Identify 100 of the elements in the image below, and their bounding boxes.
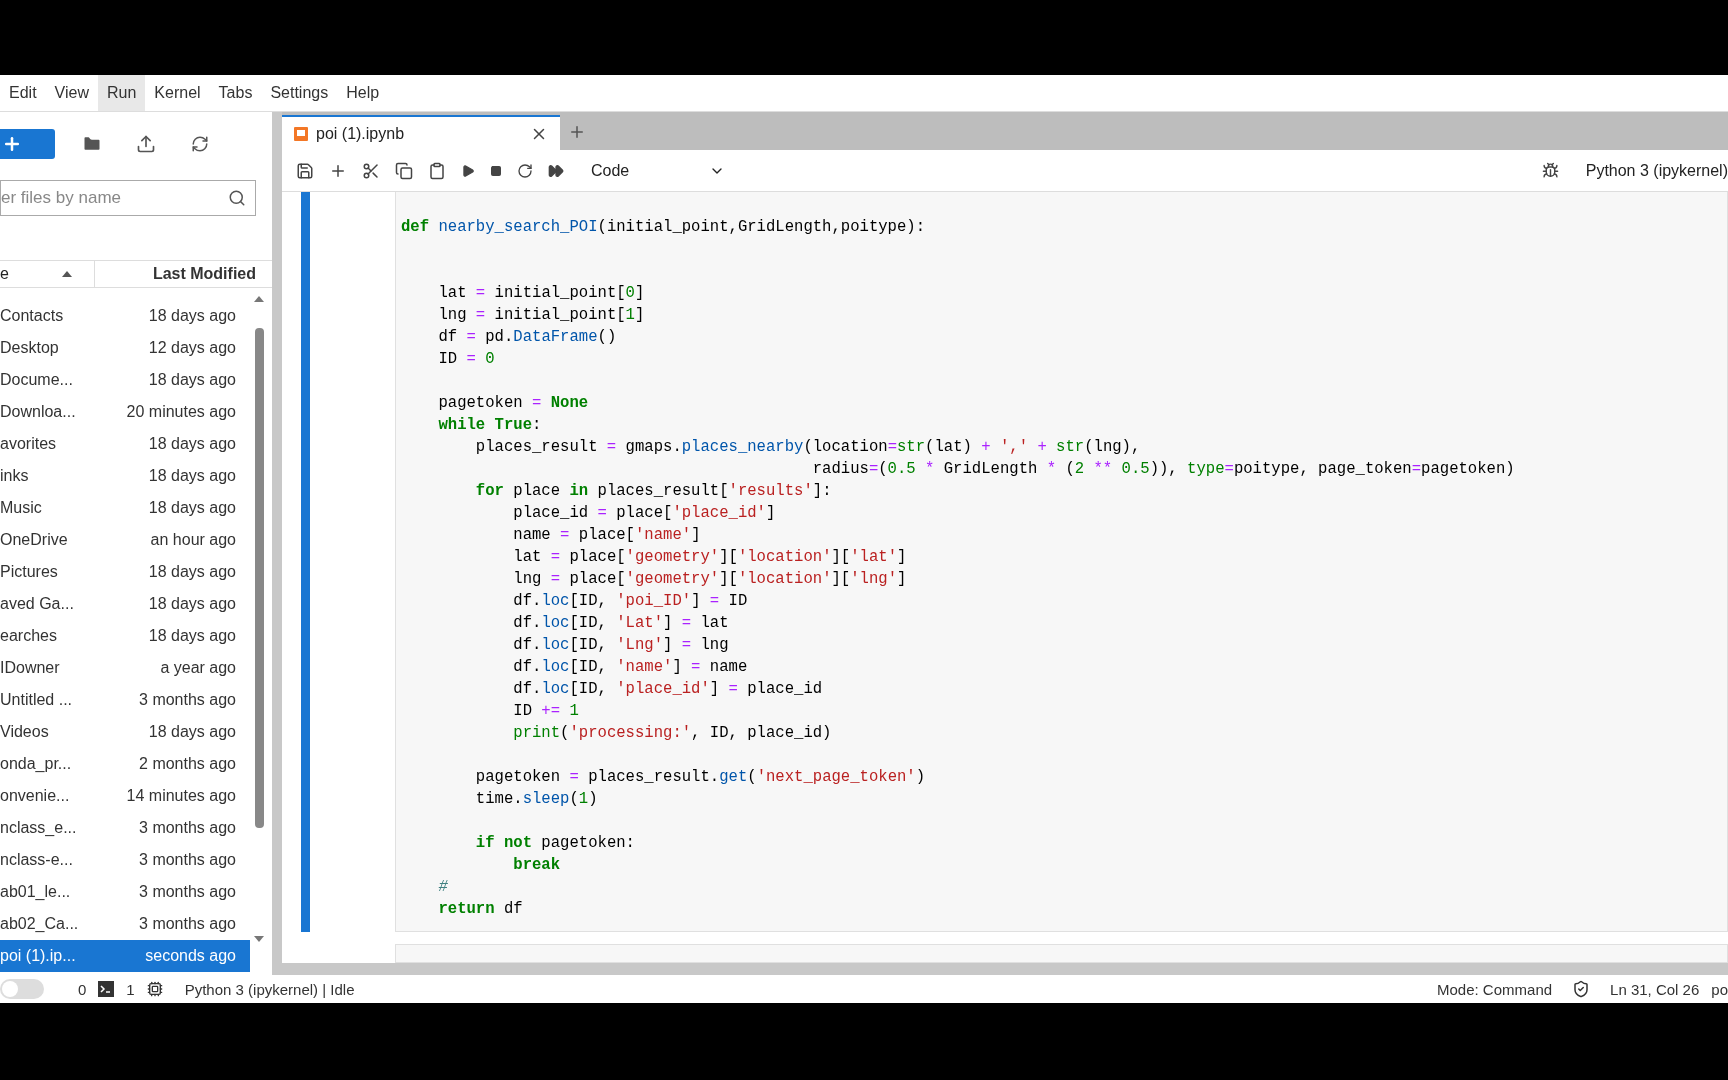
- horizontal-scrollbar[interactable]: [282, 963, 1728, 975]
- file-row[interactable]: Docume... 18 days ago: [0, 364, 250, 396]
- file-row[interactable]: Untitled ... 3 months ago: [0, 684, 250, 716]
- file-row[interactable]: nclass-e... 3 months ago: [0, 844, 250, 876]
- code-cell[interactable]: [395, 192, 1728, 932]
- file-row[interactable]: Downloa... 20 minutes ago: [0, 396, 250, 428]
- code-line: for place in places_result['results']:: [474, 481, 833, 502]
- copy-icon[interactable]: [395, 161, 413, 180]
- column-header[interactable]: Last Modified: [152, 265, 256, 283]
- modified-time: 3 months ago: [139, 851, 236, 869]
- file-name: ab02_Ca...: [0, 915, 79, 933]
- file-name: Docume...: [0, 371, 73, 389]
- restart-icon[interactable]: [517, 162, 533, 179]
- file-name: Videos: [0, 723, 49, 741]
- modified-time: 3 months ago: [139, 883, 236, 901]
- menu-item[interactable]: Help: [337, 75, 389, 111]
- file-row[interactable]: avorites 18 days ago: [0, 428, 250, 460]
- menu-item[interactable]: Kernel: [145, 75, 210, 111]
- terminal-count[interactable]: 0: [78, 980, 87, 998]
- file-row[interactable]: Contacts 18 days ago: [0, 300, 250, 332]
- fast-forward-icon[interactable]: [548, 162, 564, 179]
- cell-type-dropdown[interactable]: Code: [585, 161, 732, 180]
- notebook-icon: [294, 126, 308, 141]
- kernel-status[interactable]: Python 3 (ipykernel) | Idle: [184, 980, 355, 998]
- code-line: #: [437, 877, 449, 898]
- file-row[interactable]: ab01_le... 3 months ago: [0, 876, 250, 908]
- save-icon[interactable]: [296, 161, 314, 180]
- code-line: if not pagetoken:: [474, 833, 636, 854]
- modified-time: 12 days ago: [148, 339, 236, 357]
- file-name: earches: [0, 627, 57, 645]
- modified-time: 18 days ago: [148, 435, 236, 453]
- mode-indicator: Mode: Command: [1437, 980, 1553, 998]
- file-name: Untitled ...: [0, 691, 73, 709]
- file-name: avorites: [0, 435, 57, 453]
- modified-time: seconds ago: [145, 947, 236, 965]
- code-line: df.loc[ID, 'poi_ID'] = ID: [512, 591, 749, 612]
- modified-time: 18 days ago: [148, 627, 236, 645]
- cursor-position[interactable]: Ln 31, Col 26: [1610, 980, 1700, 998]
- code-line: radius=(0.5 * GridLength * (2 ** 0.5)), type=poitype, page_token=pagetoken): [811, 459, 1516, 480]
- file-name: poi (1).ip...: [0, 947, 76, 965]
- file-row[interactable]: inks 18 days ago: [0, 460, 250, 492]
- file-name: nclass_e...: [0, 819, 77, 837]
- file-row[interactable]: Pictures 18 days ago: [0, 556, 250, 588]
- shield-icon[interactable]: [1572, 980, 1591, 998]
- file-row[interactable]: IDowner a year ago: [0, 652, 250, 684]
- menu-item[interactable]: View: [45, 75, 98, 111]
- bug-icon[interactable]: [1541, 162, 1559, 179]
- code-line: pagetoken = places_result.get('next_page_token'): [474, 767, 927, 788]
- simple-mode-toggle[interactable]: [0, 979, 44, 999]
- modified-time: 3 months ago: [139, 819, 236, 837]
- filter-field[interactable]: er files by name: [0, 180, 256, 216]
- menu-item[interactable]: Settings: [261, 75, 338, 111]
- code-line: return df: [437, 899, 524, 920]
- modified-time: 14 minutes ago: [126, 787, 236, 805]
- file-row[interactable]: ab02_Ca... 3 months ago: [0, 908, 250, 940]
- file-row[interactable]: Desktop 12 days ago: [0, 332, 250, 364]
- file-row[interactable]: Videos 18 days ago: [0, 716, 250, 748]
- code-line: break: [512, 855, 562, 876]
- file-row[interactable]: poi (1).ip... seconds ago: [0, 940, 250, 972]
- menu-item[interactable]: Tabs: [209, 75, 262, 111]
- file-name: Downloa...: [0, 403, 76, 421]
- code-line: place_id = place['place_id']: [512, 503, 777, 524]
- code-line: while True:: [437, 415, 543, 436]
- file-row[interactable]: aved Ga... 18 days ago: [0, 588, 250, 620]
- file-name: inks: [0, 467, 29, 485]
- file-row[interactable]: nclass_e... 3 months ago: [0, 812, 250, 844]
- code-line: time.sleep(1): [474, 789, 599, 810]
- code-line: def nearby_search_POI(initial_point,GridLength,poitype):: [401, 217, 927, 238]
- menu-item[interactable]: Run: [97, 75, 146, 111]
- code-line: lng = place['geometry']['location']['lng']: [512, 569, 908, 590]
- paste-icon[interactable]: [428, 161, 446, 180]
- file-row[interactable]: OneDrive an hour ago: [0, 524, 250, 556]
- code-line: pagetoken = None: [437, 393, 590, 414]
- modified-time: 18 days ago: [148, 307, 236, 325]
- column-header[interactable]: e: [0, 265, 9, 283]
- stop-icon[interactable]: [490, 164, 502, 177]
- modified-time: 20 minutes ago: [126, 403, 236, 421]
- modified-time: a year ago: [160, 659, 236, 677]
- search-icon: [228, 189, 246, 207]
- kernel-name[interactable]: Python 3 (ipykernel): [1585, 161, 1728, 180]
- file-name: OneDrive: [0, 531, 68, 549]
- file-name: nclass-e...: [0, 851, 73, 869]
- terminal-icon[interactable]: [98, 981, 115, 997]
- notebook-tab[interactable]: poi (1).ipynb: [282, 115, 560, 150]
- file-row[interactable]: onda_pr... 2 months ago: [0, 748, 250, 780]
- modified-time: 18 days ago: [148, 499, 236, 517]
- menu-item[interactable]: Edit: [0, 75, 46, 111]
- cut-icon[interactable]: [362, 161, 380, 180]
- kernel-count[interactable]: 1: [126, 980, 135, 998]
- run-icon[interactable]: [461, 163, 475, 178]
- file-row[interactable]: onvenie... 14 minutes ago: [0, 780, 250, 812]
- modified-time: 18 days ago: [148, 563, 236, 581]
- code-line: lng = initial_point[1]: [437, 305, 646, 326]
- code-line: ID += 1: [512, 701, 580, 722]
- code-cell[interactable]: [395, 944, 1728, 963]
- file-row[interactable]: earches 18 days ago: [0, 620, 250, 652]
- code-line: df.loc[ID, 'Lng'] = lng: [512, 635, 730, 656]
- new-launcher-button[interactable]: [0, 129, 55, 159]
- modified-time: 2 months ago: [139, 755, 236, 773]
- file-row[interactable]: Music 18 days ago: [0, 492, 250, 524]
